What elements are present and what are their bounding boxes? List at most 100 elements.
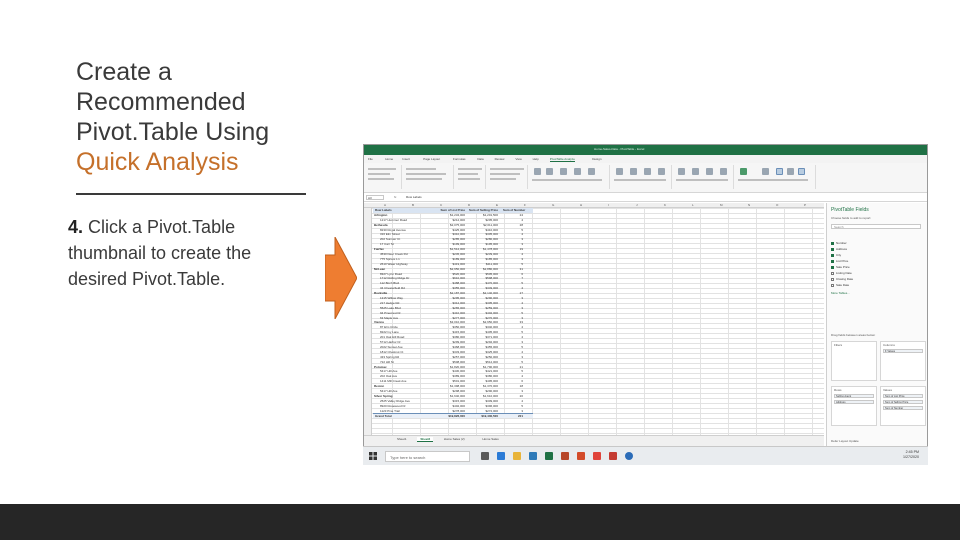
column-header[interactable]: N <box>748 203 750 207</box>
area-field-chip[interactable]: Selling Agent <box>834 394 874 398</box>
ribbon-tab-view[interactable]: View <box>515 157 521 161</box>
field-label: List Price <box>836 259 849 263</box>
ribbon-group-data <box>530 165 610 189</box>
pivot-table[interactable]: Row Labels Sum of List Price Sum of Sellin… <box>373 208 533 418</box>
defer-layout-checkbox[interactable]: Defer Layout Update <box>831 439 859 443</box>
filters-area[interactable]: Filters <box>831 341 877 381</box>
pivot-fields-pane: PivotTable Fields Choose fields to add t… <box>826 203 927 447</box>
column-header[interactable]: J <box>636 203 638 207</box>
ribbon-tab-design[interactable]: Design <box>592 157 601 161</box>
column-header[interactable]: P <box>804 203 806 207</box>
step-description: Click a Pivot.Table thumbnail to create … <box>68 217 252 289</box>
ribbon-group-show <box>774 165 814 189</box>
checkbox-icon[interactable] <box>831 278 834 281</box>
column-header[interactable]: L <box>692 203 694 207</box>
sheet-tab[interactable]: Home Sales <box>479 437 501 441</box>
acrobat-icon[interactable] <box>609 452 617 460</box>
checkbox-icon[interactable] <box>831 284 834 287</box>
values-area-label: Values <box>883 388 892 392</box>
ribbon-tab-file[interactable]: File <box>368 157 373 161</box>
skype-icon[interactable] <box>625 452 633 460</box>
values-area[interactable]: Values Sum of List Price Sum of Selling P… <box>880 386 926 426</box>
excel-icon[interactable] <box>545 452 553 460</box>
checkbox-icon[interactable] <box>831 272 834 275</box>
area-field-chip[interactable]: Sum of List Price <box>883 394 923 398</box>
area-field-chip[interactable]: Sum of Selling Price <box>883 400 923 404</box>
ribbon-group-calculations <box>674 165 734 189</box>
task-view-icon[interactable] <box>481 452 489 460</box>
ribbon-group-filter <box>488 165 528 189</box>
column-header[interactable]: F <box>524 203 526 207</box>
column-header[interactable]: H <box>580 203 582 207</box>
fx-icon[interactable]: fx <box>394 195 396 199</box>
ribbon <box>364 163 927 193</box>
powerpoint-icon[interactable] <box>561 452 569 460</box>
file-explorer-icon[interactable] <box>513 452 521 460</box>
title-line-1: Create a <box>76 58 172 86</box>
filters-area-label: Filters <box>834 343 843 347</box>
area-field-chip[interactable]: Sum of Number <box>883 406 923 410</box>
field-label: Listing Date <box>836 271 852 275</box>
checkbox-icon[interactable] <box>831 260 834 263</box>
checkbox-icon[interactable] <box>831 248 834 251</box>
field-list-toggle[interactable] <box>776 168 783 175</box>
column-header[interactable]: D <box>468 203 470 207</box>
ribbon-tab-page-layout[interactable]: Page Layout <box>423 157 440 161</box>
ribbon-tab-formulas[interactable]: Formulas <box>453 157 466 161</box>
field-label: Sale Price <box>836 265 850 269</box>
column-header[interactable]: E <box>496 203 498 207</box>
step-instruction: 4. Click a Pivot.Table thumbnail to crea… <box>68 214 298 292</box>
checkbox-icon[interactable] <box>831 242 834 245</box>
windows-start-icon[interactable] <box>369 452 377 460</box>
excel-title-bar: Home-Sales-Data - PivotTable - Excel <box>364 145 927 155</box>
more-tables-link[interactable]: More Tables... <box>831 291 850 295</box>
ribbon-tab-home[interactable]: Home <box>385 157 393 161</box>
sheet-tab[interactable]: Sheet1 <box>394 437 410 441</box>
slide-title: Create a Recommended Pivot.Table Using Q… <box>76 57 316 177</box>
column-header[interactable]: O <box>776 203 778 207</box>
column-header[interactable]: K <box>664 203 666 207</box>
chrome-icon[interactable] <box>593 452 601 460</box>
column-header[interactable]: G <box>552 203 554 207</box>
edge-icon[interactable] <box>497 452 505 460</box>
checkbox-icon[interactable] <box>831 266 834 269</box>
windows-taskbar: Type here to search 2:45 PM 1/27/2020 <box>363 446 928 465</box>
field-search-input[interactable]: Search <box>831 224 921 229</box>
ribbon-tab-data[interactable]: Data <box>477 157 483 161</box>
office-icon[interactable] <box>577 452 585 460</box>
title-underline <box>76 193 306 195</box>
drag-hint: Drag fields between areas below: <box>831 333 876 337</box>
area-field-chip[interactable]: Σ Values <box>883 349 923 353</box>
ribbon-group-actions <box>612 165 672 189</box>
title-highlight: Quick Analysis <box>76 148 239 176</box>
step-number: 4. <box>68 217 84 237</box>
pivot-cell: 221 <box>517 414 523 419</box>
ribbon-group-active-field <box>404 165 454 189</box>
name-box[interactable]: A3 <box>366 195 384 200</box>
sheet-tabs: Sheet1 Sheet2 Home Sales (2) Home Sales <box>364 435 824 443</box>
column-header[interactable]: M <box>720 203 723 207</box>
taskbar-clock[interactable]: 2:45 PM 1/27/2020 <box>889 450 919 460</box>
pivot-grand-total-row[interactable]: Grand Total $19,826,000 $19,430,500 221 <box>373 413 533 418</box>
field-label: Closing Date <box>836 277 854 281</box>
ribbon-tab-review[interactable]: Review <box>495 157 505 161</box>
column-header[interactable]: I <box>608 203 609 207</box>
column-header[interactable]: A <box>384 203 386 207</box>
ribbon-tab-insert[interactable]: Insert <box>402 157 410 161</box>
checkbox-icon[interactable] <box>831 254 834 257</box>
column-header[interactable]: C <box>440 203 442 207</box>
column-header[interactable]: B <box>412 203 414 207</box>
ribbon-tab-pivottable-analyze[interactable]: PivotTable Analyze <box>549 157 575 162</box>
columns-area[interactable]: Columns Σ Values <box>880 341 926 381</box>
pivot-cell: Grand Total <box>375 414 392 419</box>
title-line-2: Recommended <box>76 88 246 116</box>
store-icon[interactable] <box>529 452 537 460</box>
ribbon-tab-help[interactable]: Help <box>533 157 539 161</box>
sheet-tab[interactable]: Home Sales (2) <box>441 437 468 441</box>
formula-input[interactable]: Row Labels <box>406 195 422 199</box>
field-label: Address <box>836 247 848 251</box>
area-field-chip[interactable]: Address <box>834 400 874 404</box>
sheet-tab[interactable]: Sheet2 <box>417 437 434 442</box>
taskbar-search-input[interactable]: Type here to search <box>385 451 470 462</box>
rows-area[interactable]: Rows Selling Agent Address <box>831 386 877 426</box>
